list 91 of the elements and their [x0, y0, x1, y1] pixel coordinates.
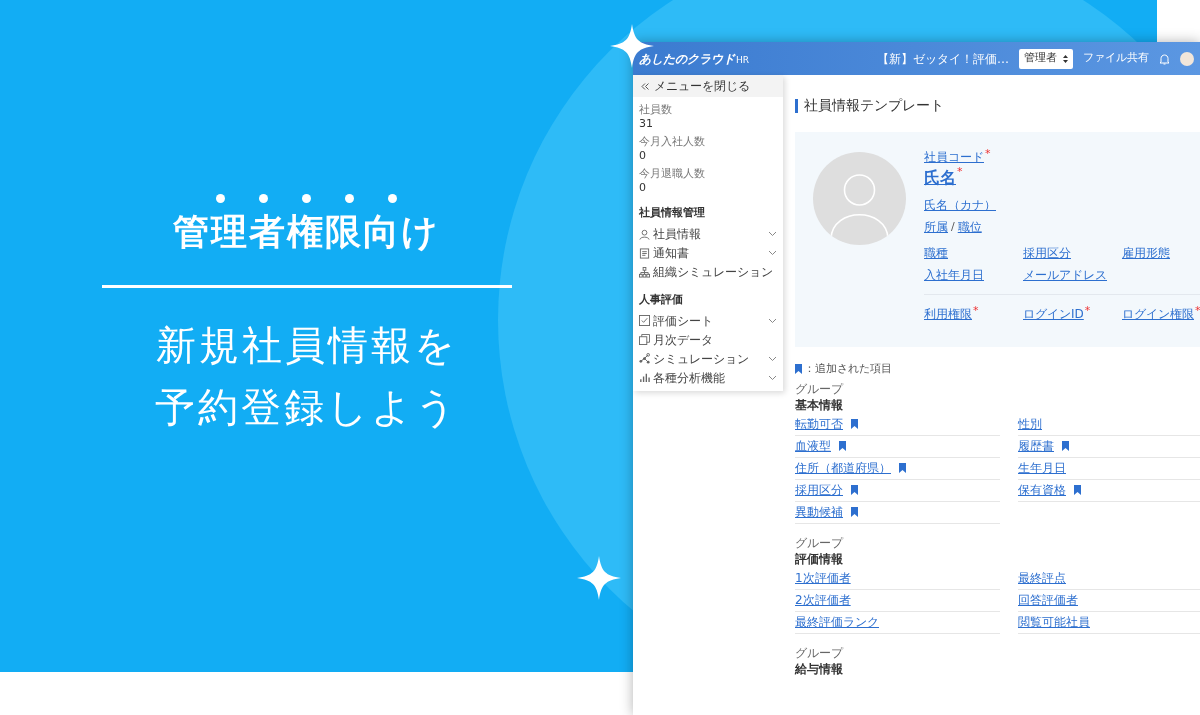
field-label[interactable]: 異動候補 — [795, 503, 843, 521]
stat-label: 社員数 — [639, 103, 673, 117]
logo: あしたのクラウド — [639, 50, 735, 68]
sparkle-icon — [577, 556, 621, 600]
section-title: 人事評価 — [639, 291, 684, 308]
field-label[interactable]: 社員コード — [924, 148, 984, 166]
checklist-icon — [639, 315, 650, 326]
bookmark-icon — [851, 507, 858, 517]
bookmark-icon — [839, 441, 846, 451]
bookmark-icon — [1062, 441, 1069, 451]
field-label[interactable]: 最終評点 — [1018, 569, 1066, 587]
field-label[interactable]: 雇用形態 — [1122, 244, 1170, 262]
field-label[interactable]: 保有資格 — [1018, 481, 1066, 499]
person-icon — [639, 228, 650, 240]
field-label[interactable]: ログイン権限 — [1122, 305, 1194, 323]
bookmark-icon — [851, 485, 858, 495]
notice-link[interactable]: 【新】ゼッタイ！評価… — [877, 49, 1009, 68]
field-label[interactable]: 最終評価ランク — [795, 613, 879, 631]
separator: / — [951, 218, 955, 235]
field-label[interactable]: 職種 — [924, 244, 948, 262]
group-caption: グループ — [795, 535, 845, 550]
menu-item[interactable]: 評価シート — [639, 311, 777, 330]
field-label[interactable]: 利用権限 — [924, 305, 972, 323]
bell-icon[interactable] — [1159, 52, 1170, 65]
required-asterisk: * — [973, 305, 979, 319]
field-label[interactable]: 職位 — [957, 218, 982, 236]
group-title: 評価情報 — [795, 550, 844, 568]
required-asterisk: * — [957, 166, 963, 180]
group-caption: グループ — [795, 381, 845, 396]
headline-line: 新規社員情報を — [155, 321, 458, 370]
required-asterisk: * — [985, 148, 991, 162]
nodes-icon — [639, 353, 650, 364]
group-title: 基本情報 — [795, 396, 844, 414]
field-label[interactable]: 性別 — [1018, 415, 1042, 433]
field-label[interactable]: 転勤可否 — [795, 415, 843, 433]
logo-suffix: HR — [736, 55, 750, 67]
role-select[interactable]: 管理者 — [1019, 48, 1073, 69]
chevron-down-icon — [768, 374, 777, 381]
field-label[interactable]: 血液型 — [795, 437, 831, 455]
chevron-down-icon — [768, 317, 777, 324]
stat-value: 31 — [639, 117, 654, 131]
field-label[interactable]: 回答評価者 — [1018, 591, 1078, 609]
stat-value: 0 — [639, 149, 647, 163]
avatar[interactable] — [1180, 51, 1194, 66]
field-label[interactable]: 採用区分 — [795, 481, 843, 499]
required-asterisk: * — [1195, 305, 1200, 319]
section-title: 社員情報管理 — [639, 205, 706, 221]
field-label[interactable]: 採用区分 — [1023, 244, 1071, 262]
field-label[interactable]: 1次評価者 — [795, 569, 851, 587]
chevron-down-icon — [768, 231, 777, 237]
headline-line: 予約登録しよう — [154, 383, 459, 432]
field-label[interactable]: 2次評価者 — [795, 591, 851, 609]
close-menu-button[interactable]: メニューを閉じる — [633, 75, 783, 97]
document-icon — [639, 247, 650, 259]
menu-item[interactable]: 通知書 — [639, 243, 777, 263]
bar-chart-icon — [639, 372, 650, 383]
chevron-down-icon — [768, 355, 777, 362]
field-label[interactable]: 閲覧可能社員 — [1018, 613, 1090, 631]
menu-item[interactable]: 組織シミュレーション — [639, 262, 777, 282]
field-label[interactable]: 生年月日 — [1018, 459, 1066, 477]
stat-label: 今月入社人数 — [639, 135, 706, 149]
field-label[interactable]: 入社年月日 — [924, 266, 984, 284]
field-label[interactable]: 氏名（カナ） — [924, 198, 996, 212]
menu-item[interactable]: 各種分析機能 — [639, 368, 777, 387]
menu-item[interactable]: 社員情報 — [639, 224, 777, 244]
field-label[interactable]: ログインID — [1023, 305, 1084, 323]
page-title: 社員情報テンプレート — [804, 96, 944, 115]
bookmark-icon — [899, 463, 906, 473]
bookmark-icon — [1074, 485, 1081, 495]
double-chevron-left-icon — [641, 82, 649, 90]
copy-icon — [639, 334, 650, 345]
menu-item[interactable]: 月次データ — [639, 330, 777, 349]
group-title: 給与情報 — [795, 660, 844, 678]
required-asterisk: * — [1084, 305, 1091, 319]
org-chart-icon — [639, 266, 650, 278]
updown-arrows-icon — [1063, 54, 1068, 63]
legend-text: ：追加された項目 — [804, 361, 892, 377]
stat-label: 今月退職人数 — [639, 167, 706, 181]
group-caption: グループ — [795, 645, 845, 660]
menu-item[interactable]: シミュレーション — [639, 349, 777, 368]
bookmark-icon — [851, 419, 858, 429]
chevron-down-icon — [768, 250, 777, 256]
bookmark-icon — [795, 364, 802, 375]
tagline: 管理者権限向け — [173, 210, 440, 254]
field-label[interactable]: 住所（都道府県） — [795, 459, 891, 477]
stat-value: 0 — [639, 181, 647, 195]
name-label[interactable]: 氏名 — [924, 166, 956, 190]
file-share-link[interactable]: ファイル共有 — [1083, 50, 1149, 67]
field-label[interactable]: 履歴書 — [1018, 437, 1054, 455]
field-label[interactable]: 所属 — [924, 218, 948, 236]
field-label[interactable]: メールアドレス — [1023, 266, 1107, 284]
